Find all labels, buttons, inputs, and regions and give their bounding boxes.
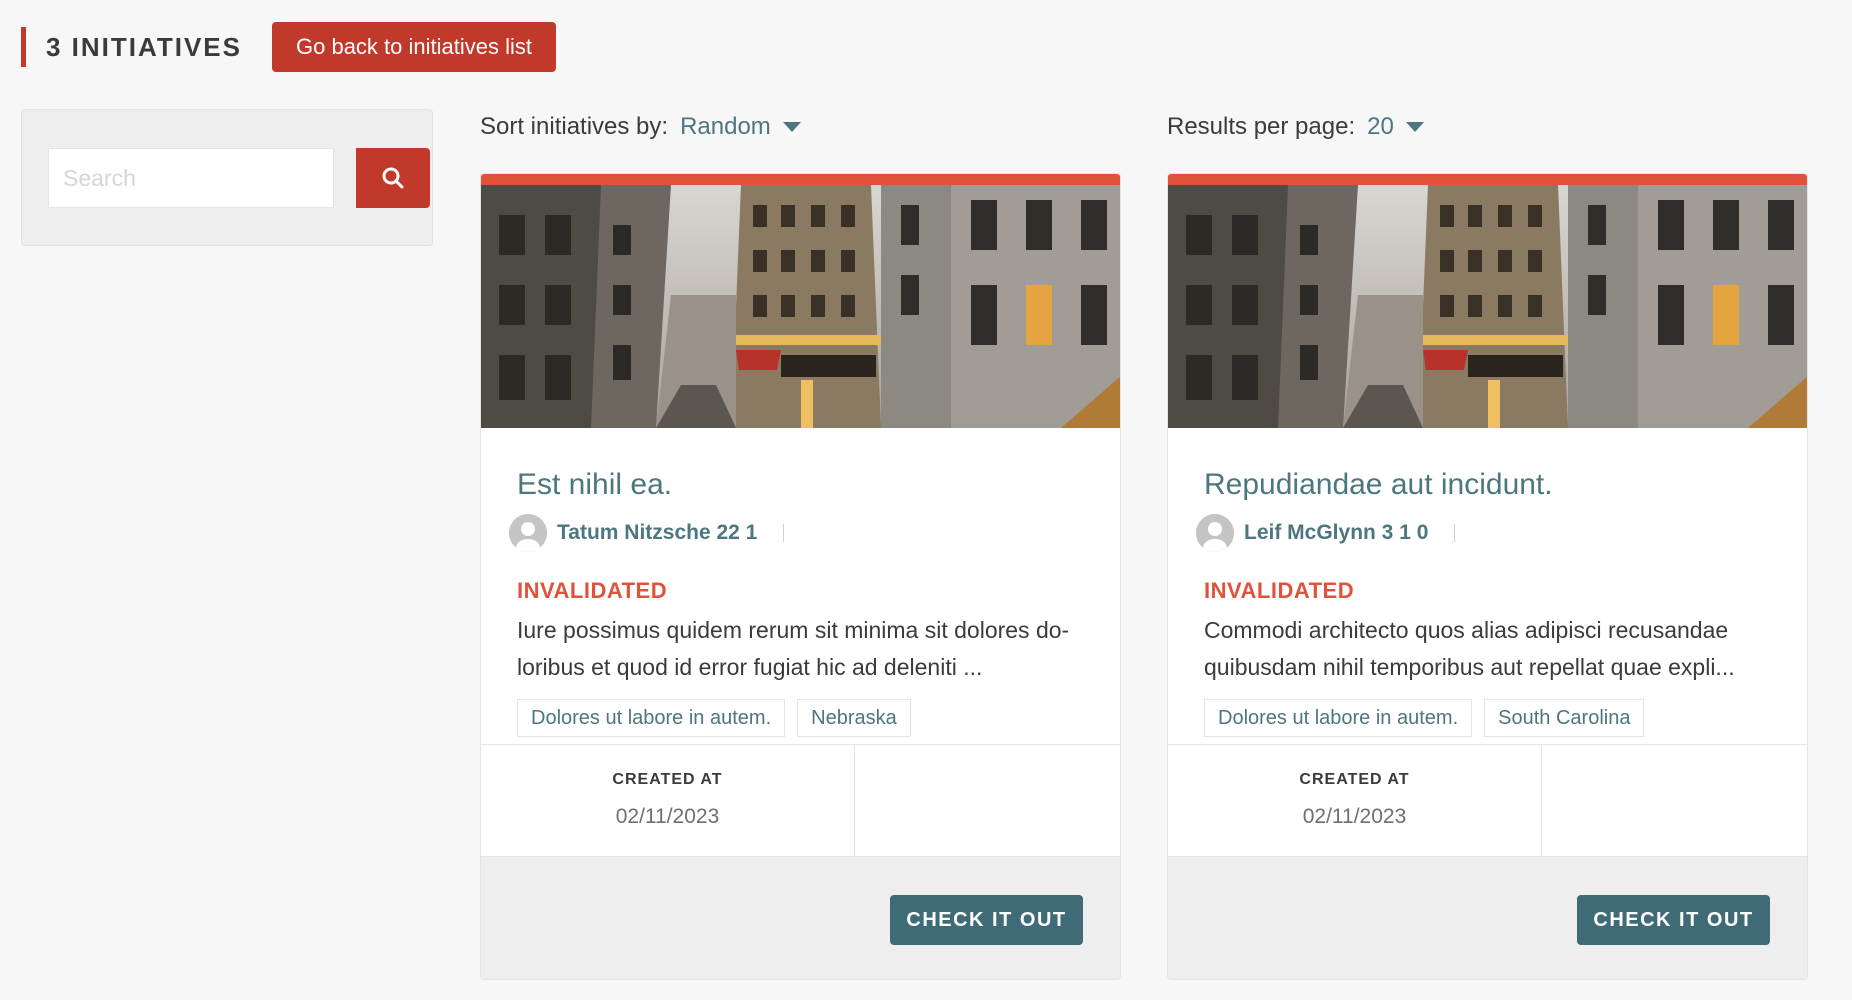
sort-value[interactable]: Random bbox=[680, 113, 771, 141]
card-accent-bar bbox=[1168, 174, 1807, 185]
author[interactable]: Leif McGlynn 3 1 0 bbox=[1196, 514, 1771, 552]
tag-area[interactable]: Nebraska bbox=[797, 699, 911, 737]
search-button[interactable] bbox=[356, 148, 430, 208]
sort-chevron-down-icon[interactable] bbox=[782, 122, 801, 132]
card-image[interactable] bbox=[481, 185, 1120, 428]
filter-sidebar bbox=[21, 109, 433, 246]
check-it-out-button[interactable]: CHECK IT OUT bbox=[1577, 895, 1770, 945]
stat-value: 02/11/2023 bbox=[1302, 805, 1407, 828]
back-to-list-button[interactable]: Go back to initiatives list bbox=[272, 22, 556, 72]
card-title-link[interactable]: Est nihil ea. bbox=[517, 466, 1084, 504]
tag-scope[interactable]: Dolores ut labore in autem. bbox=[517, 699, 786, 737]
sort-label: Sort initiatives by: bbox=[480, 113, 669, 140]
card-accent-bar bbox=[481, 174, 1120, 185]
card-image[interactable] bbox=[1168, 185, 1807, 428]
search-icon bbox=[382, 167, 404, 189]
card-stats: CREATED AT 02/11/2023 bbox=[1168, 744, 1807, 857]
user-icon bbox=[509, 514, 547, 552]
card-stats: CREATED AT 02/11/2023 bbox=[481, 744, 1120, 857]
stat-label: CREATED AT bbox=[612, 771, 723, 788]
avatar bbox=[1196, 514, 1234, 552]
tag-area[interactable]: South Carolina bbox=[1484, 699, 1645, 737]
initiative-card: Repudiandae aut incidunt. Leif McGlynn 3… bbox=[1167, 173, 1808, 980]
stat-value: 02/11/2023 bbox=[615, 805, 720, 828]
status-badge: INVALIDATED bbox=[1204, 578, 1355, 603]
per-page-control[interactable]: Results per page: 20 bbox=[1167, 110, 1424, 144]
author-divider bbox=[1454, 524, 1456, 542]
author-name[interactable]: Leif McGlynn 3 1 0 bbox=[1244, 521, 1428, 545]
card-footer: CHECK IT OUT bbox=[1168, 856, 1807, 979]
tag-scope[interactable]: Dolores ut labore in autem. bbox=[1204, 699, 1473, 737]
search-input[interactable] bbox=[48, 148, 334, 208]
card-title-link[interactable]: Repudiandae aut incidunt. bbox=[1204, 466, 1771, 504]
sort-control[interactable]: Sort initiatives by: Random bbox=[480, 110, 801, 144]
card-footer: CHECK IT OUT bbox=[481, 856, 1120, 979]
card-description: Iure possimus quidem rerum sit minima si… bbox=[517, 617, 1070, 680]
check-it-out-button[interactable]: CHECK IT OUT bbox=[890, 895, 1083, 945]
avatar bbox=[509, 514, 547, 552]
title-accent-bar bbox=[21, 27, 26, 67]
page-header: 3 INITIATIVES Go back to initiatives lis… bbox=[21, 22, 556, 72]
author-name[interactable]: Tatum Nitzsche 22 1 bbox=[557, 521, 757, 545]
per-page-label: Results per page: bbox=[1167, 113, 1356, 140]
street-photo bbox=[481, 185, 1120, 428]
created-at-stat: CREATED AT 02/11/2023 bbox=[481, 745, 855, 857]
initiatives-count-title: 3 INITIATIVES bbox=[46, 31, 242, 62]
per-page-value[interactable]: 20 bbox=[1367, 113, 1394, 141]
author-divider bbox=[783, 524, 785, 542]
tag-list: Dolores ut labore in autem. South Caroli… bbox=[1204, 699, 1771, 737]
tag-list: Dolores ut labore in autem. Nebraska bbox=[517, 699, 1084, 737]
initiative-card: Est nihil ea. Tatum Nitzsche 22 1 INVALI… bbox=[480, 173, 1121, 980]
status-badge: INVALIDATED bbox=[517, 578, 668, 603]
author[interactable]: Tatum Nitzsche 22 1 bbox=[509, 514, 1084, 552]
user-icon bbox=[1196, 514, 1234, 552]
card-description: Commodi architecto quos alias adipisci r… bbox=[1204, 617, 1735, 680]
per-page-chevron-down-icon[interactable] bbox=[1405, 122, 1424, 132]
street-photo bbox=[1168, 185, 1807, 428]
stat-label: CREATED AT bbox=[1299, 771, 1410, 788]
created-at-stat: CREATED AT 02/11/2023 bbox=[1168, 745, 1542, 857]
